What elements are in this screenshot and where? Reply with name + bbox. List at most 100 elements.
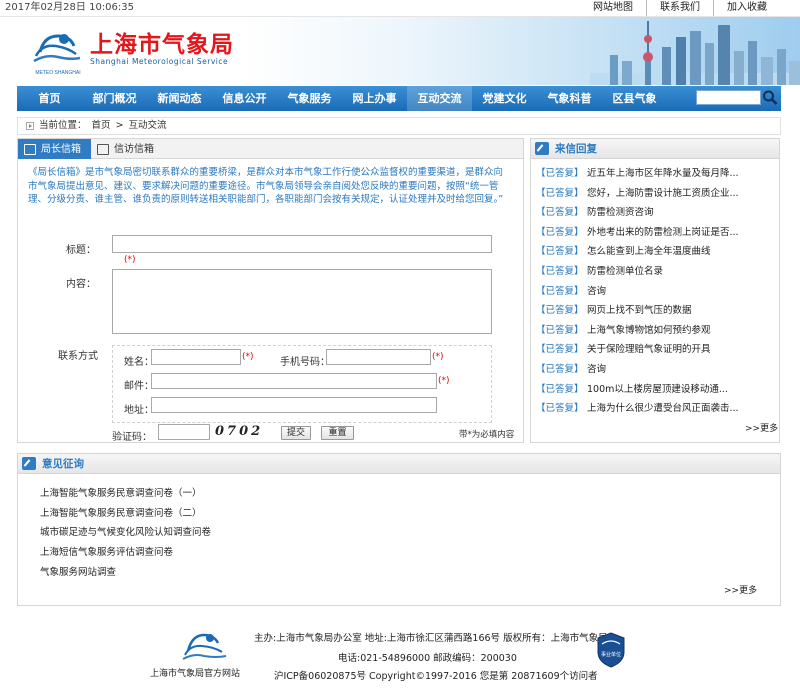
nav-home[interactable]: 首页	[17, 86, 82, 111]
nav-department[interactable]: 部门概况	[82, 86, 147, 111]
replies-more-link[interactable]: >>更多	[745, 421, 778, 434]
replies-title: 来信回复	[555, 143, 597, 155]
answered-tag: 【已答复】	[536, 324, 584, 336]
nav-weather-service[interactable]: 气象服务	[277, 86, 342, 111]
reply-title[interactable]: 外地考出来的防雷检测上岗证是否...	[587, 223, 739, 243]
replies-panel: 来信回复 【已答复】 近五年上海市区年降水量及每月降... 【已答复】 您好，上海防雷…	[530, 138, 780, 443]
reply-title[interactable]: 咨询	[587, 282, 606, 302]
content-textarea[interactable]	[112, 269, 492, 334]
footer-site-name: 上海市气象局官方网站	[150, 669, 241, 679]
reply-title[interactable]: 您好，上海防雷设计施工资质企业...	[587, 184, 739, 204]
reset-button[interactable]: 重置	[321, 426, 354, 440]
contact-us-link[interactable]: 联系我们	[646, 0, 713, 16]
site-title: 上海市气象局	[90, 31, 234, 58]
reply-item[interactable]: 【已答复】 怎么能查到上海全年温度曲线	[536, 242, 776, 262]
reply-title[interactable]: 防雷检测单位名录	[587, 262, 663, 282]
title-required-mark: (*)	[124, 255, 136, 265]
footer: 上海市气象局官方网站 主办:上海市气象局办公室 地址:上海市徐汇区蒲西路166号…	[0, 622, 800, 696]
nav-interaction[interactable]: 互动交流	[407, 86, 472, 111]
reply-title[interactable]: 100m以上楼房屋顶建设移动通...	[587, 380, 728, 400]
contact-label: 联系方式	[58, 351, 98, 362]
reply-item[interactable]: 【已答复】 近五年上海市区年降水量及每月降...	[536, 164, 776, 184]
reply-item[interactable]: 【已答复】 您好，上海防雷设计施工资质企业...	[536, 184, 776, 204]
footer-organizer: 主办:上海市气象局办公室 地址:上海市徐汇区蒲西路166号 版权所有：上海市气象…	[254, 633, 608, 644]
breadcrumb-current[interactable]: 互动交流	[129, 118, 167, 134]
sitemap-link[interactable]: 网站地图	[580, 0, 646, 16]
reply-item[interactable]: 【已答复】 100m以上楼房屋顶建设移动通...	[536, 380, 776, 400]
reply-title[interactable]: 上海气象博物馆如何预约参观	[587, 321, 711, 341]
address-input[interactable]	[151, 397, 437, 413]
reply-title[interactable]: 上海为什么很少遭受台风正面袭击...	[587, 399, 739, 419]
banner: METEO SHANGHAI 上海市气象局 Shanghai Meteorolo…	[0, 17, 800, 85]
document-icon	[97, 143, 109, 155]
email-label: 邮件：	[124, 381, 154, 392]
nav-info-public[interactable]: 信息公开	[212, 86, 277, 111]
captcha-input[interactable]	[158, 424, 210, 440]
add-favorite-link[interactable]: 加入收藏	[713, 0, 780, 16]
mobile-required-mark: (*)	[432, 352, 444, 362]
nav-online-service[interactable]: 网上办事	[342, 86, 407, 111]
top-links: 网站地图 联系我们 加入收藏	[580, 0, 780, 16]
answered-tag: 【已答复】	[536, 363, 584, 375]
survey-item[interactable]: 上海智能气象服务民意调查问卷（一）	[40, 484, 440, 504]
survey-panel: 意见征询 上海智能气象服务民意调查问卷（一） 上海智能气象服务民意调查问卷（二）…	[17, 453, 781, 606]
skyline-image	[590, 21, 800, 85]
survey-item[interactable]: 上海智能气象服务民意调查问卷（二）	[40, 504, 440, 524]
reply-item[interactable]: 【已答复】 外地考出来的防雷检测上岗证是否...	[536, 223, 776, 243]
answered-tag: 【已答复】	[536, 207, 584, 219]
mail-icon	[24, 143, 36, 155]
name-required-mark: (*)	[242, 352, 254, 362]
mobile-input[interactable]	[326, 349, 431, 365]
tab-petition-mailbox[interactable]: 信访信箱	[91, 139, 164, 159]
title-input[interactable]	[112, 235, 492, 253]
breadcrumb-home[interactable]: 首页	[92, 118, 111, 134]
reply-title[interactable]: 防雷检测资咨询	[587, 203, 654, 223]
survey-more-link[interactable]: >>更多	[724, 583, 757, 596]
survey-item[interactable]: 城市碳足迹与气候变化风险认知调查问卷	[40, 523, 440, 543]
survey-list: 上海智能气象服务民意调查问卷（一） 上海智能气象服务民意调查问卷（二） 城市碳足…	[40, 484, 440, 583]
reply-item[interactable]: 【已答复】 咨询	[536, 282, 776, 302]
main-nav: 首页 部门概况 新闻动态 信息公开 气象服务 网上办事 互动交流 党建文化 气象…	[17, 86, 781, 111]
edit-icon	[22, 457, 36, 470]
reply-item[interactable]: 【已答复】 防雷检测资咨询	[536, 203, 776, 223]
reply-item[interactable]: 【已答复】 上海气象博物馆如何预约参观	[536, 321, 776, 341]
tab-director-mailbox[interactable]: 局长信箱	[18, 139, 91, 159]
reply-title[interactable]: 怎么能查到上海全年温度曲线	[587, 242, 711, 262]
nav-party-culture[interactable]: 党建文化	[472, 86, 537, 111]
answered-tag: 【已答复】	[536, 403, 584, 415]
nav-district[interactable]: 区县气象	[602, 86, 667, 111]
site-subtitle: Shanghai Meteorological Service	[90, 57, 229, 66]
nav-news[interactable]: 新闻动态	[147, 86, 212, 111]
top-bar: 2017年02月28日 10:06:35 网站地图 联系我们 加入收藏	[0, 0, 800, 17]
reply-title[interactable]: 关于保险理赔气象证明的开具	[587, 340, 711, 360]
meteo-logo-icon[interactable]: METEO SHANGHAI	[30, 24, 86, 78]
mailbox-panel: 局长信箱 信访信箱 《局长信箱》是市气象局密切联系群众的重要桥梁，是群众对本市气…	[17, 138, 524, 443]
answered-tag: 【已答复】	[536, 168, 584, 179]
captcha-image[interactable]: 0702	[215, 424, 267, 442]
search-input[interactable]	[696, 90, 761, 105]
captcha-label: 验证码：	[112, 432, 152, 443]
reply-title[interactable]: 网页上找不到气压的数据	[587, 301, 692, 321]
reply-title[interactable]: 近五年上海市区年降水量及每月降...	[587, 164, 739, 184]
answered-tag: 【已答复】	[536, 226, 584, 238]
nav-science[interactable]: 气象科普	[537, 86, 602, 111]
reply-item[interactable]: 【已答复】 关于保险理赔气象证明的开具	[536, 340, 776, 360]
reply-item[interactable]: 【已答复】 防雷检测单位名录	[536, 262, 776, 282]
search-icon[interactable]	[762, 89, 778, 107]
public-institution-badge-icon[interactable]: 事业单位	[596, 632, 626, 668]
reply-item[interactable]: 【已答复】 网页上找不到气压的数据	[536, 301, 776, 321]
survey-title: 意见征询	[42, 458, 84, 470]
name-input[interactable]	[151, 349, 241, 365]
logo-text: METEO SHANGHAI	[35, 70, 80, 76]
email-input[interactable]	[151, 373, 437, 389]
reply-title[interactable]: 咨询	[587, 360, 606, 380]
reply-item[interactable]: 【已答复】 上海为什么很少遭受台风正面袭击...	[536, 399, 776, 419]
footer-icp: 沪ICP备06020875号 Copyright©1997-2016 您是第 2…	[274, 671, 598, 682]
survey-item[interactable]: 上海短信气象服务评估调查问卷	[40, 543, 440, 563]
answered-tag: 【已答复】	[536, 246, 584, 258]
submit-button[interactable]: 提交	[281, 426, 311, 440]
reply-item[interactable]: 【已答复】 咨询	[536, 360, 776, 380]
survey-item[interactable]: 气象服务网站调查	[40, 563, 440, 583]
date-time: 2017年02月28日 10:06:35	[5, 2, 134, 13]
address-label: 地址：	[124, 405, 154, 416]
